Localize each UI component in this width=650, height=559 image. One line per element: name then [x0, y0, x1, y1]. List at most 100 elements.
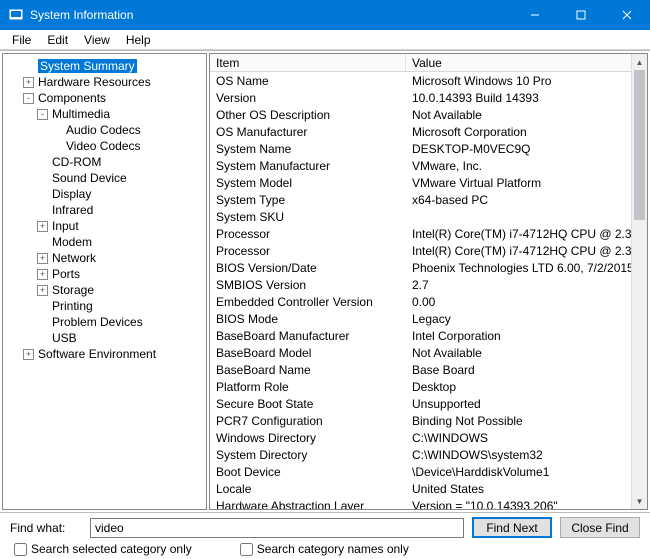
scroll-down-icon[interactable]: ▼	[632, 493, 647, 509]
table-row[interactable]: BaseBoard ModelNot Available	[210, 344, 631, 361]
tree-spacer	[51, 125, 62, 136]
table-row[interactable]: BIOS ModeLegacy	[210, 310, 631, 327]
collapse-icon[interactable]: -	[37, 109, 48, 120]
search-selected-only-checkbox[interactable]	[14, 543, 27, 556]
column-header-item[interactable]: Item	[210, 54, 406, 71]
find-next-button[interactable]: Find Next	[472, 517, 552, 538]
table-row[interactable]: LocaleUnited States	[210, 480, 631, 497]
table-row[interactable]: System NameDESKTOP-M0VEC9Q	[210, 140, 631, 157]
scroll-thumb[interactable]	[634, 70, 645, 220]
category-tree[interactable]: System Summary+Hardware Resources-Compon…	[2, 53, 207, 510]
tree-item[interactable]: -Components	[19, 90, 204, 106]
table-row[interactable]: SMBIOS Version2.7	[210, 276, 631, 293]
table-row[interactable]: Boot Device\Device\HarddiskVolume1	[210, 463, 631, 480]
tree-item[interactable]: Problem Devices	[33, 314, 204, 330]
cell-item: System Model	[210, 176, 406, 190]
menu-help[interactable]: Help	[118, 31, 159, 49]
table-row[interactable]: System DirectoryC:\WINDOWS\system32	[210, 446, 631, 463]
find-input[interactable]	[90, 518, 464, 538]
cell-item: PCR7 Configuration	[210, 414, 406, 428]
table-row[interactable]: Platform RoleDesktop	[210, 378, 631, 395]
cell-value: 10.0.14393 Build 14393	[406, 91, 631, 105]
minimize-button[interactable]	[512, 0, 558, 30]
tree-item[interactable]: -Multimedia	[33, 106, 204, 122]
menu-edit[interactable]: Edit	[39, 31, 76, 49]
tree-spacer	[37, 301, 48, 312]
cell-item: Other OS Description	[210, 108, 406, 122]
tree-spacer	[37, 173, 48, 184]
tree-item[interactable]: +Network	[33, 250, 204, 266]
tree-spacer	[23, 61, 34, 72]
expand-icon[interactable]: +	[37, 269, 48, 280]
table-row[interactable]: OS ManufacturerMicrosoft Corporation	[210, 123, 631, 140]
tree-item[interactable]: System Summary	[19, 58, 204, 74]
tree-item[interactable]: +Storage	[33, 282, 204, 298]
search-names-only-label: Search category names only	[257, 542, 409, 556]
vertical-scrollbar[interactable]: ▲ ▼	[631, 54, 647, 509]
tree-item[interactable]: USB	[33, 330, 204, 346]
expand-icon[interactable]: +	[37, 221, 48, 232]
search-selected-only-option[interactable]: Search selected category only	[14, 542, 192, 556]
tree-item[interactable]: Display	[33, 186, 204, 202]
cell-value: Version = "10.0.14393.206"	[406, 499, 631, 510]
table-row[interactable]: ProcessorIntel(R) Core(TM) i7-4712HQ CPU…	[210, 242, 631, 259]
cell-item: OS Name	[210, 74, 406, 88]
tree-item[interactable]: Sound Device	[33, 170, 204, 186]
details-header: Item Value	[210, 54, 647, 72]
cell-value: Intel(R) Core(TM) i7-4712HQ CPU @ 2.30GH…	[406, 227, 631, 241]
tree-item[interactable]: Video Codecs	[47, 138, 204, 154]
menu-view[interactable]: View	[76, 31, 118, 49]
cell-item: Version	[210, 91, 406, 105]
close-button[interactable]	[604, 0, 650, 30]
table-row[interactable]: PCR7 ConfigurationBinding Not Possible	[210, 412, 631, 429]
maximize-button[interactable]	[558, 0, 604, 30]
tree-item[interactable]: Infrared	[33, 202, 204, 218]
table-row[interactable]: BaseBoard NameBase Board	[210, 361, 631, 378]
table-row[interactable]: BIOS Version/DatePhoenix Technologies LT…	[210, 259, 631, 276]
expand-icon[interactable]: +	[37, 253, 48, 264]
search-names-only-checkbox[interactable]	[240, 543, 253, 556]
table-row[interactable]: Windows DirectoryC:\WINDOWS	[210, 429, 631, 446]
table-row[interactable]: System Typex64-based PC	[210, 191, 631, 208]
scroll-track[interactable]	[632, 70, 647, 493]
tree-item[interactable]: Printing	[33, 298, 204, 314]
table-row[interactable]: Hardware Abstraction LayerVersion = "10.…	[210, 497, 631, 509]
menu-file[interactable]: File	[4, 31, 39, 49]
table-row[interactable]: Version10.0.14393 Build 14393	[210, 89, 631, 106]
scroll-up-icon[interactable]: ▲	[632, 54, 647, 70]
cell-item: BaseBoard Manufacturer	[210, 329, 406, 343]
table-row[interactable]: Secure Boot StateUnsupported	[210, 395, 631, 412]
close-find-button[interactable]: Close Find	[560, 517, 640, 538]
tree-item-label: CD-ROM	[52, 155, 101, 169]
main-body: System Summary+Hardware Resources-Compon…	[0, 50, 650, 512]
collapse-icon[interactable]: -	[23, 93, 34, 104]
cell-value: Intel(R) Core(TM) i7-4712HQ CPU @ 2.30GH…	[406, 244, 631, 258]
tree-item[interactable]: +Ports	[33, 266, 204, 282]
tree-item[interactable]: +Input	[33, 218, 204, 234]
table-row[interactable]: BaseBoard ManufacturerIntel Corporation	[210, 327, 631, 344]
table-row[interactable]: OS NameMicrosoft Windows 10 Pro	[210, 72, 631, 89]
tree-item-label: Infrared	[52, 203, 93, 217]
cell-value: Base Board	[406, 363, 631, 377]
tree-item[interactable]: CD-ROM	[33, 154, 204, 170]
tree-item[interactable]: +Hardware Resources	[19, 74, 204, 90]
expand-icon[interactable]: +	[23, 77, 34, 88]
column-header-value[interactable]: Value	[406, 54, 647, 71]
tree-item[interactable]: +Software Environment	[19, 346, 204, 362]
find-label: Find what:	[10, 521, 82, 535]
tree-item[interactable]: Audio Codecs	[47, 122, 204, 138]
table-row[interactable]: ProcessorIntel(R) Core(TM) i7-4712HQ CPU…	[210, 225, 631, 242]
expand-icon[interactable]: +	[37, 285, 48, 296]
cell-item: System Name	[210, 142, 406, 156]
table-row[interactable]: Embedded Controller Version0.00	[210, 293, 631, 310]
table-row[interactable]: System SKU	[210, 208, 631, 225]
search-names-only-option[interactable]: Search category names only	[240, 542, 409, 556]
cell-item: Platform Role	[210, 380, 406, 394]
table-row[interactable]: System ManufacturerVMware, Inc.	[210, 157, 631, 174]
tree-item-label: System Summary	[38, 59, 137, 73]
tree-item-label: Modem	[52, 235, 92, 249]
table-row[interactable]: System ModelVMware Virtual Platform	[210, 174, 631, 191]
table-row[interactable]: Other OS DescriptionNot Available	[210, 106, 631, 123]
expand-icon[interactable]: +	[23, 349, 34, 360]
tree-item[interactable]: Modem	[33, 234, 204, 250]
